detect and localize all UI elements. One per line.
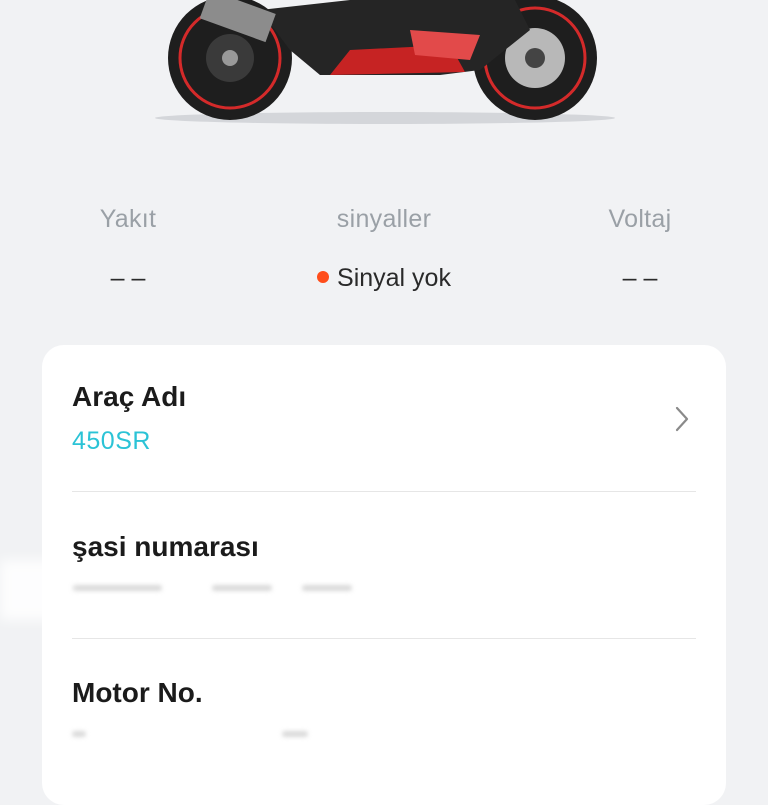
signal-stat: sinyaller Sinyal yok — [274, 205, 494, 294]
signal-status-dot-icon — [317, 271, 330, 284]
fuel-stat: Yakıt – – — [18, 205, 238, 294]
redaction-smudge — [0, 560, 70, 620]
signal-value: Sinyal yok — [337, 264, 451, 292]
fuel-value: – – — [110, 264, 146, 292]
vehicle-info-card: Araç Adı 450SR şasi numarası Motor No. — [42, 345, 726, 805]
fuel-label: Yakıt — [99, 205, 157, 233]
voltage-value: – – — [622, 264, 658, 292]
engine-number-label: Motor No. — [72, 677, 203, 708]
vehicle-hero — [0, 0, 768, 160]
divider — [72, 638, 696, 639]
signal-value-row: Sinyal yok — [274, 262, 494, 294]
chassis-number-redacted — [72, 575, 696, 601]
voltage-label: Voltaj — [608, 205, 672, 233]
chassis-number-row: şasi numarası — [72, 531, 696, 601]
voltage-stat: Voltaj – – — [530, 205, 750, 294]
vehicle-name-label: Araç Adı — [72, 381, 187, 412]
engine-number-redacted — [72, 721, 696, 747]
signal-label: sinyaller — [336, 205, 432, 233]
status-panel: Yakıt – – sinyaller Sinyal yok Voltaj – … — [0, 205, 768, 315]
divider — [72, 491, 696, 492]
chassis-number-label: şasi numarası — [72, 531, 259, 562]
vehicle-name-row[interactable]: Araç Adı 450SR — [72, 381, 696, 456]
chevron-right-icon[interactable] — [672, 405, 692, 433]
engine-number-row: Motor No. — [72, 677, 696, 747]
vehicle-name-value: 450SR — [72, 427, 151, 455]
motorcycle-image — [155, 0, 615, 124]
